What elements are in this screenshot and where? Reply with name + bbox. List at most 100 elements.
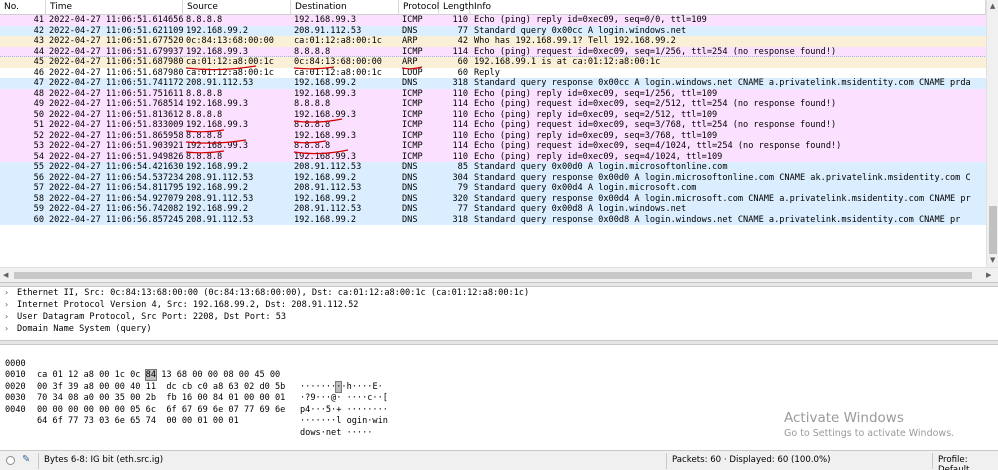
column-header-destination[interactable]: Destination — [291, 0, 399, 15]
cell-length: 114 — [452, 46, 468, 57]
packet-row[interactable]: 44 2022-04-27 11:06:51.679937 192.168.99.3… — [0, 46, 986, 57]
packet-list-vertical-scrollbar[interactable]: ▲ ▼ — [986, 0, 998, 267]
cell-source: 192.168.99.2 — [186, 162, 249, 172]
tree-expand-arrow-icon[interactable]: › — [5, 311, 13, 323]
scroll-down-icon[interactable]: ▼ — [990, 256, 995, 264]
packet-list-pane[interactable]: No. Time Source Destination Protocol Len… — [0, 0, 998, 282]
cell-info: Echo (ping) reply id=0xec09, seq=2/512, … — [474, 109, 718, 120]
cell-source: 8.8.8.8 — [186, 151, 223, 162]
status-separator — [932, 453, 933, 469]
cell-source: 8.8.8.8 — [186, 130, 223, 141]
column-header-no[interactable]: No. — [0, 0, 46, 15]
cell-no: 57 — [33, 183, 44, 193]
packet-row[interactable]: 45 2022-04-27 11:06:51.687980 ca:01:12:a8:… — [0, 56, 986, 69]
column-header-length[interactable]: Length — [439, 0, 474, 15]
expert-info-indicator-icon[interactable] — [6, 456, 15, 465]
cell-source: 8.8.8.8 — [186, 15, 223, 25]
packet-row[interactable]: 49 2022-04-27 11:06:51.768514 192.168.99.3… — [0, 99, 986, 110]
horizontal-scroll-thumb[interactable] — [14, 272, 972, 279]
cell-source: 8.8.8.8 — [186, 109, 223, 120]
cell-protocol: DNS — [402, 162, 418, 172]
vertical-scroll-thumb[interactable] — [989, 206, 997, 254]
bytes-ascii[interactable]: ·······l ogin·win — [300, 416, 388, 428]
column-header-time[interactable]: Time — [46, 0, 183, 15]
bytes-ascii[interactable]: p4···5·+ ········ — [300, 405, 388, 417]
bytes-row[interactable]: 0030 00 00 00 00 00 00 05 6c 6f 67 69 6e… — [0, 382, 998, 426]
packet-row[interactable]: 42 2022-04-27 11:06:51.621109 192.168.99.2… — [0, 25, 986, 36]
cell-no: 54 — [33, 151, 44, 162]
packet-row[interactable]: 50 2022-04-27 11:06:51.813612 8.8.8.8 192.1… — [0, 109, 986, 120]
edit-comment-icon[interactable]: ✎ — [22, 454, 30, 465]
cell-source: 192.168.99.3 — [186, 46, 249, 57]
cell-info: Standard query 0x00d4 A login.microsoft.… — [474, 183, 697, 193]
tree-expand-arrow-icon[interactable]: › — [5, 299, 13, 311]
column-header-info[interactable]: Info — [470, 0, 986, 15]
packet-row[interactable]: 55 2022-04-27 11:06:54.421630 192.168.99.2… — [0, 162, 986, 173]
cell-no: 44 — [33, 46, 44, 57]
cell-protocol: ICMP — [402, 109, 423, 120]
bytes-row[interactable]: 0010 00 3f 39 a8 00 00 40 11 dc cb c0 a8… — [0, 359, 998, 403]
cell-destination: ca:01:12:a8:00:1c — [294, 36, 382, 46]
packet-list-horizontal-scrollbar[interactable]: ◀ ▶ — [0, 267, 998, 282]
scroll-left-icon[interactable]: ◀ — [3, 271, 8, 279]
cell-length: 85 — [457, 162, 468, 172]
cell-time: 2022-04-27 11:06:51.768514 — [49, 99, 184, 109]
packet-row[interactable]: 53 2022-04-27 11:06:51.903921 192.168.99.3… — [0, 141, 986, 152]
cell-destination: 8.8.8.8 — [294, 141, 331, 151]
cell-time: 2022-04-27 11:06:54.537234 — [49, 172, 184, 183]
cell-destination: 8.8.8.8 — [294, 120, 331, 130]
status-bar: ✎ Bytes 6-8: IG bit (eth.src.ig) Packets… — [0, 450, 998, 470]
details-row-dns[interactable]: › Domain Name System (query) — [0, 323, 998, 335]
tree-expand-arrow-icon[interactable]: › — [5, 287, 13, 299]
packet-row[interactable]: 59 2022-04-27 11:06:56.742082 192.168.99.2… — [0, 204, 986, 215]
activate-windows-watermark: Activate Windows Go to Settings to activ… — [784, 410, 954, 439]
packet-row[interactable]: 48 2022-04-27 11:06:51.751611 8.8.8.8 192.1… — [0, 88, 986, 99]
tree-expand-arrow-icon[interactable]: › — [5, 323, 13, 335]
scroll-right-icon[interactable]: ▶ — [986, 271, 991, 279]
cell-no: 47 — [33, 78, 44, 88]
packet-row[interactable]: 51 2022-04-27 11:06:51.833009 192.168.99.3… — [0, 120, 986, 131]
details-row-ethernet[interactable]: › Ethernet II, Src: 0c:84:13:68:00:00 (0… — [0, 287, 998, 299]
cell-time: 2022-04-27 11:06:51.614656 — [49, 15, 184, 25]
status-separator — [38, 453, 39, 469]
bytes-hex[interactable]: 64 6f 77 73 03 6e 65 74 00 00 01 00 01 — [37, 416, 239, 428]
packet-list-header: No. Time Source Destination Protocol Len… — [0, 0, 986, 15]
status-separator — [666, 453, 667, 469]
packet-row[interactable]: 58 2022-04-27 11:06:54.927079 208.91.112.5… — [0, 193, 986, 204]
details-row-udp[interactable]: › User Datagram Protocol, Src Port: 2208… — [0, 311, 998, 323]
cell-protocol: DNS — [402, 25, 418, 36]
bytes-row[interactable]: 0040 64 6f 77 73 03 6e 65 74 00 00 01 00… — [0, 393, 998, 438]
status-profile[interactable]: Profile: Default — [938, 455, 998, 470]
details-row-ipv4[interactable]: › Internet Protocol Version 4, Src: 192.… — [0, 299, 998, 311]
packet-row[interactable]: 46 2022-04-27 11:06:51.687980 ca:01:12:a8:… — [0, 67, 986, 78]
cell-protocol: ARP — [402, 36, 418, 46]
cell-destination: 192.168.99.3 — [294, 130, 357, 141]
packet-details-pane[interactable]: › Ethernet II, Src: 0c:84:13:68:00:00 (0… — [0, 287, 998, 340]
cell-no: 52 — [33, 130, 44, 141]
column-header-source[interactable]: Source — [183, 0, 291, 15]
cell-no: 60 — [33, 214, 44, 225]
cell-destination: 192.168.99.2 — [294, 193, 357, 204]
cell-destination: 208.91.112.53 — [294, 25, 362, 36]
bytes-row[interactable]: 0000 ca 01 12 a8 00 1c 0c 84 13 68 00 00… — [0, 347, 998, 393]
packet-row[interactable]: 43 2022-04-27 11:06:51.677520 0c:84:13:68:… — [0, 36, 986, 47]
packet-row[interactable]: 60 2022-04-27 11:06:56.857245 208.91.112.5… — [0, 214, 986, 225]
bytes-hex[interactable]: 00 00 00 00 00 00 05 6c 6f 67 69 6e 07 7… — [37, 405, 285, 417]
packet-row[interactable]: 56 2022-04-27 11:06:54.537234 208.91.112.5… — [0, 172, 986, 183]
cell-source: 192.168.99.3 — [186, 120, 249, 130]
cell-time: 2022-04-27 11:06:56.742082 — [49, 204, 184, 214]
bytes-ascii[interactable]: dows·net ····· — [300, 428, 372, 440]
packet-row[interactable]: 47 2022-04-27 11:06:51.741172 208.91.112.5… — [0, 78, 986, 89]
cell-length: 110 — [452, 130, 468, 141]
scroll-up-icon[interactable]: ▲ — [990, 2, 995, 10]
packet-row[interactable]: 41 2022-04-27 11:06:51.614656 8.8.8.8 192.1… — [0, 15, 986, 26]
cell-source: 192.168.99.2 — [186, 25, 249, 36]
packet-row[interactable]: 54 2022-04-27 11:06:51.949826 8.8.8.8 192.1… — [0, 151, 986, 162]
cell-info: Echo (ping) reply id=0xec09, seq=0/0, tt… — [474, 15, 707, 25]
packet-row[interactable]: 57 2022-04-27 11:06:54.811795 192.168.99.2… — [0, 183, 986, 194]
packet-row[interactable]: 52 2022-04-27 11:06:51.865958 8.8.8.8 192.1… — [0, 130, 986, 141]
cell-source: 208.91.112.53 — [186, 193, 254, 204]
bytes-row[interactable]: 0020 70 34 08 a0 00 35 00 2b fb 16 00 84… — [0, 370, 998, 415]
cell-protocol: DNS — [402, 193, 418, 204]
column-header-protocol[interactable]: Protocol — [399, 0, 439, 15]
